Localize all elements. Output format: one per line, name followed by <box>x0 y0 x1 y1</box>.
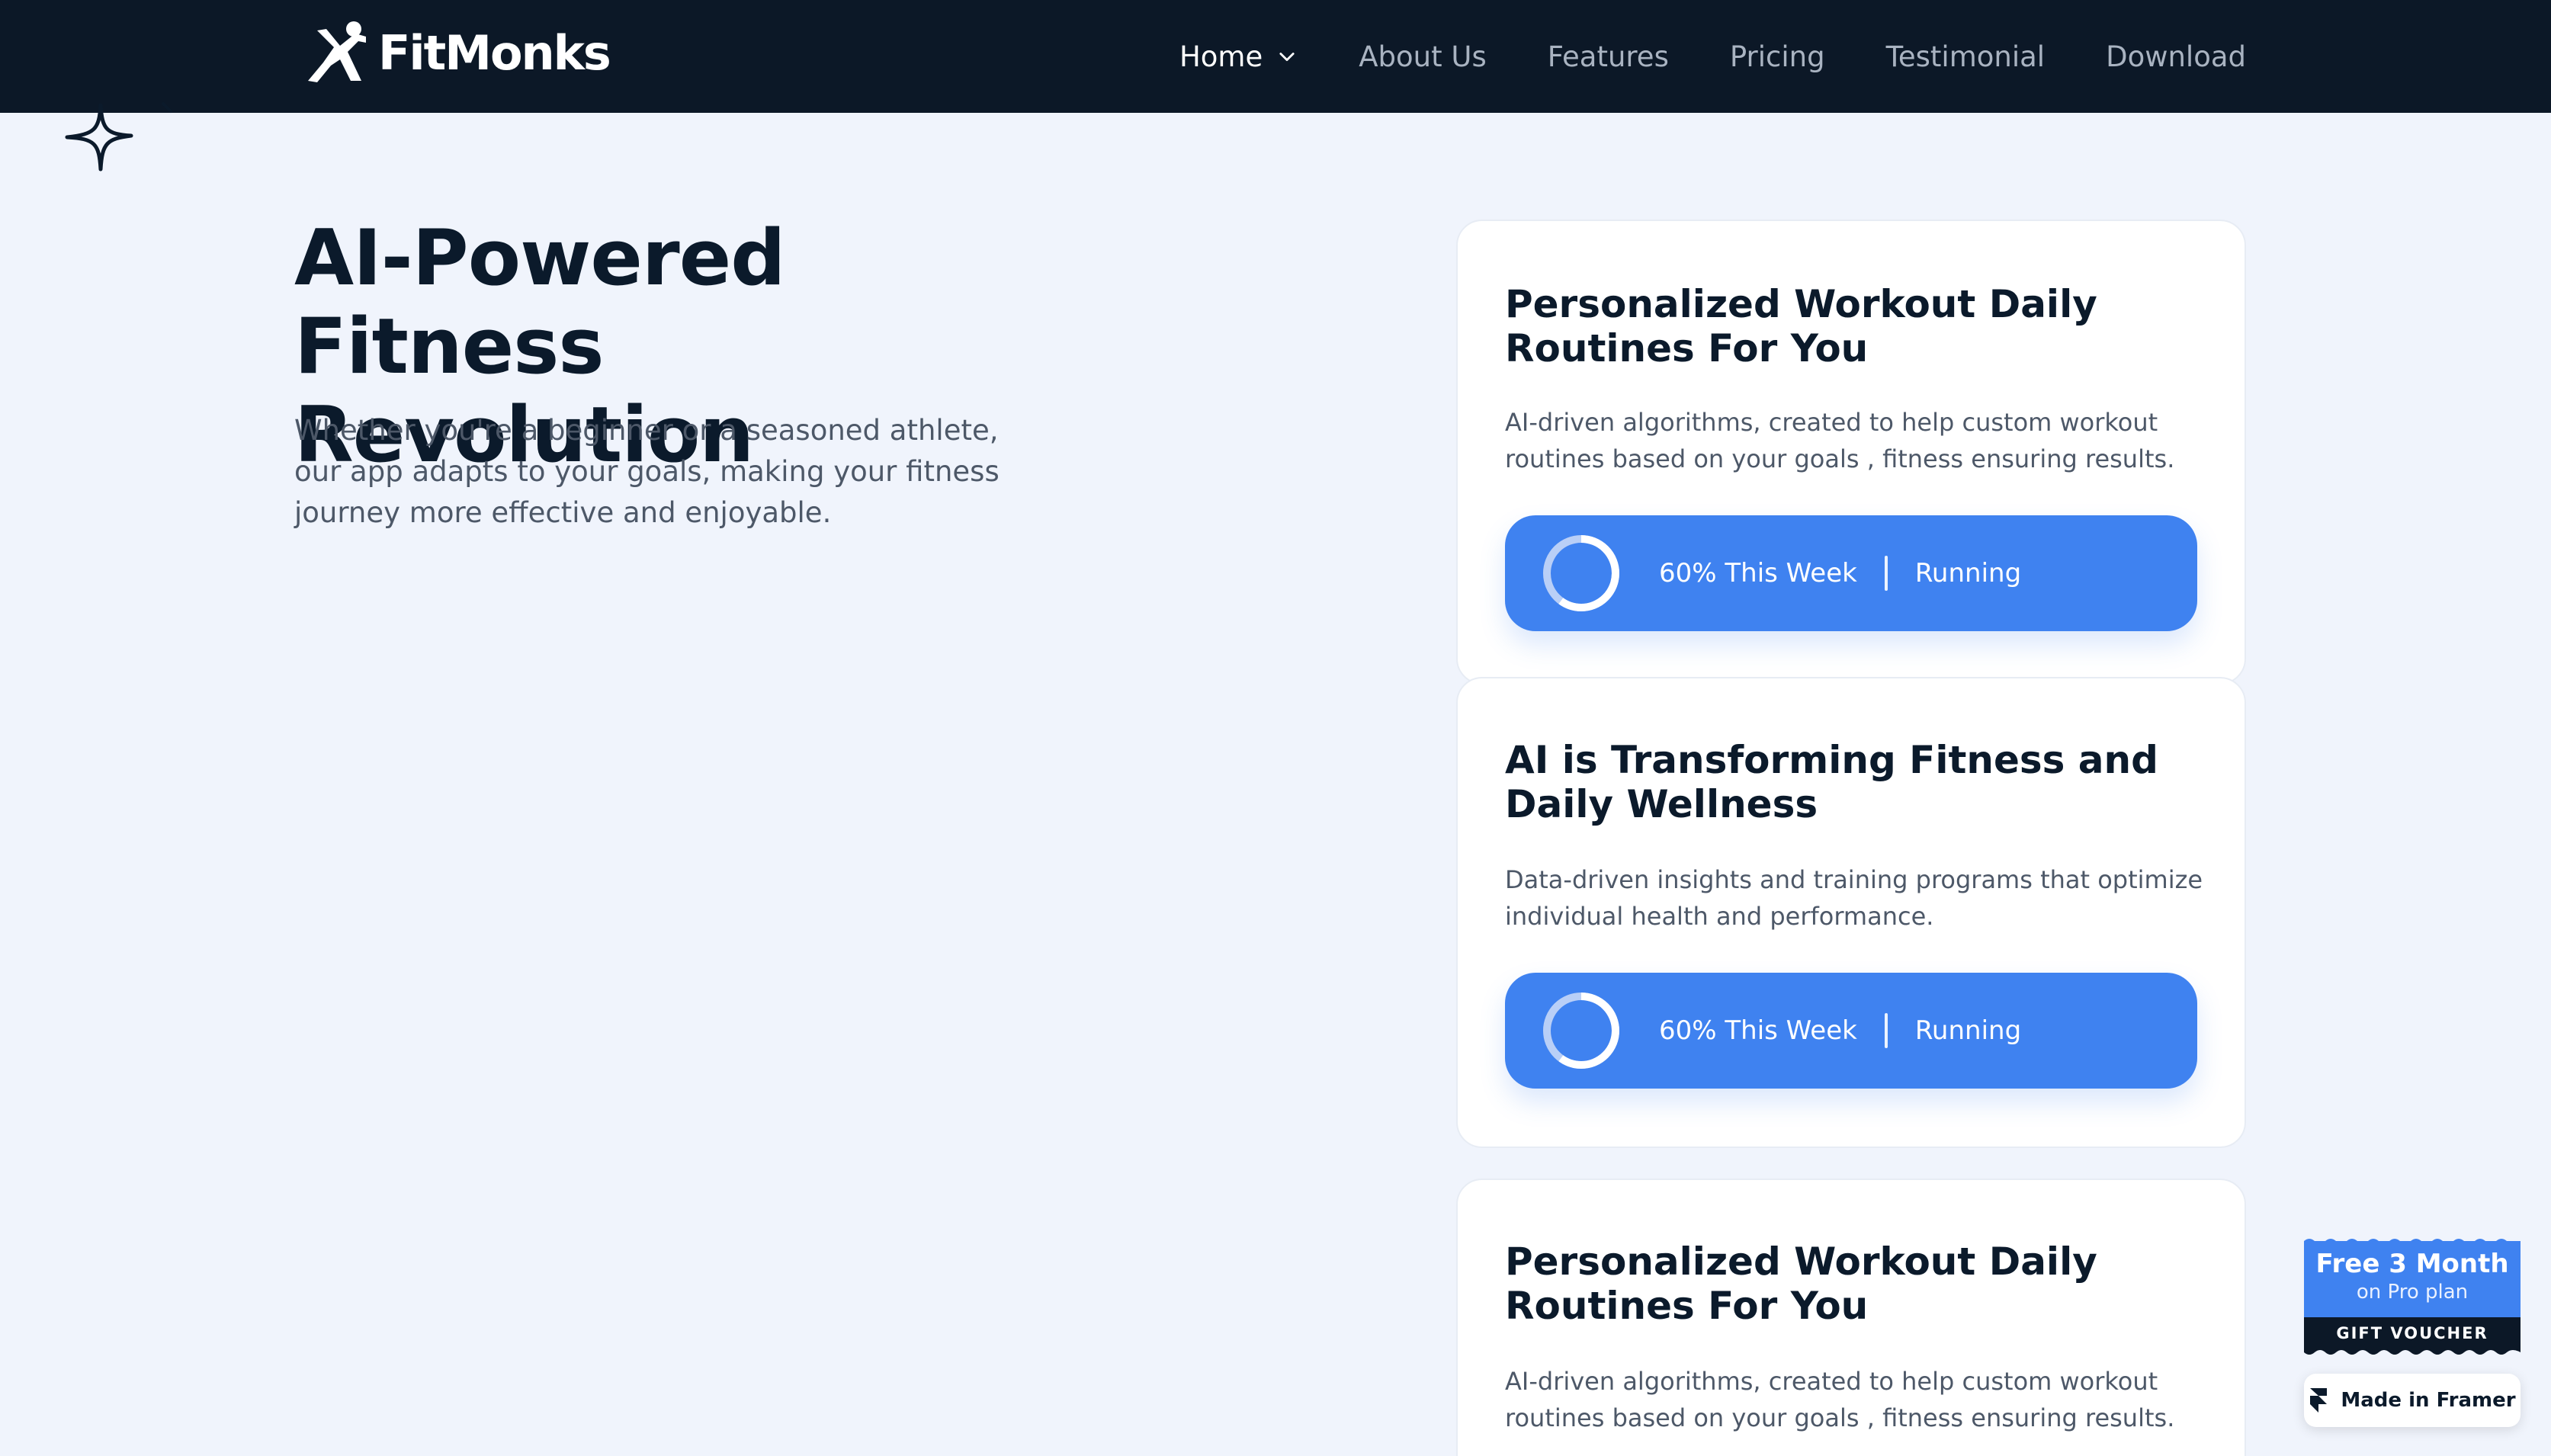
pill-divider <box>1884 556 1888 591</box>
navbar: FitMonks Home About Us Features Pricing … <box>0 0 2551 113</box>
nav-download[interactable]: Download <box>2106 40 2246 73</box>
progress-ring-icon <box>1543 535 1619 611</box>
voucher-title: Free 3 Month <box>2315 1249 2509 1279</box>
card-title: Personalized Workout Daily Routines For … <box>1505 282 2097 370</box>
brand-name: FitMonks <box>378 24 611 81</box>
framer-logo-icon <box>2310 1388 2328 1413</box>
activity-label: Running <box>1914 1015 2022 1046</box>
progress-pill[interactable]: 60% This Week Running <box>1505 515 2197 631</box>
activity-label: Running <box>1914 558 2022 588</box>
card-description: Data-driven insights and training progra… <box>1505 865 2203 931</box>
voucher-scallop-bottom <box>2304 1348 2521 1355</box>
progress-pill[interactable]: 60% This Week Running <box>1505 973 2197 1089</box>
progress-label: 60% This Week <box>1659 558 1857 588</box>
card-description: AI-driven algorithms, created to help cu… <box>1505 1367 2175 1432</box>
feature-card: Personalized Workout Daily Routines For … <box>1456 220 2246 685</box>
feature-card: AI is Transforming Fitness and Daily Wel… <box>1456 677 2246 1148</box>
framer-badge-label: Made in Framer <box>2341 1389 2516 1412</box>
brand-logo[interactable]: FitMonks <box>300 20 611 85</box>
main-nav: Home About Us Features Pricing Testimoni… <box>1179 0 2246 113</box>
hero-title-line1: AI-Powered <box>294 213 786 303</box>
nav-home[interactable]: Home <box>1179 40 1298 73</box>
sparkle-small-icon <box>162 102 172 113</box>
progress-label: 60% This Week <box>1659 1015 1857 1046</box>
feature-card: Personalized Workout Daily Routines For … <box>1456 1179 2246 1456</box>
nav-testimonial[interactable]: Testimonial <box>1886 40 2046 73</box>
voucher-tag: GIFT VOUCHER <box>2304 1317 2521 1349</box>
nav-home-label: Home <box>1179 40 1263 73</box>
hero-subtitle: Whether you're a beginner or a seasoned … <box>294 414 1000 529</box>
nav-pricing[interactable]: Pricing <box>1730 40 1825 73</box>
card-title: Personalized Workout Daily Routines For … <box>1505 1240 2097 1328</box>
running-figure-icon <box>308 21 366 82</box>
pill-divider <box>1884 1013 1888 1048</box>
progress-ring-icon <box>1543 993 1619 1069</box>
chevron-down-icon <box>1279 53 1295 62</box>
nav-about-us[interactable]: About Us <box>1359 40 1487 73</box>
made-in-framer-badge[interactable]: Made in Framer <box>2304 1374 2521 1427</box>
gift-voucher[interactable]: Free 3 Month on Pro plan GIFT VOUCHER <box>2304 1236 2521 1355</box>
card-description: AI-driven algorithms, created to help cu… <box>1505 408 2175 473</box>
card-title: AI is Transforming Fitness and Daily Wel… <box>1505 738 2158 826</box>
voucher-subtitle: on Pro plan <box>2356 1281 2469 1304</box>
sparkle-icon <box>65 103 133 172</box>
nav-features[interactable]: Features <box>1548 40 1669 73</box>
